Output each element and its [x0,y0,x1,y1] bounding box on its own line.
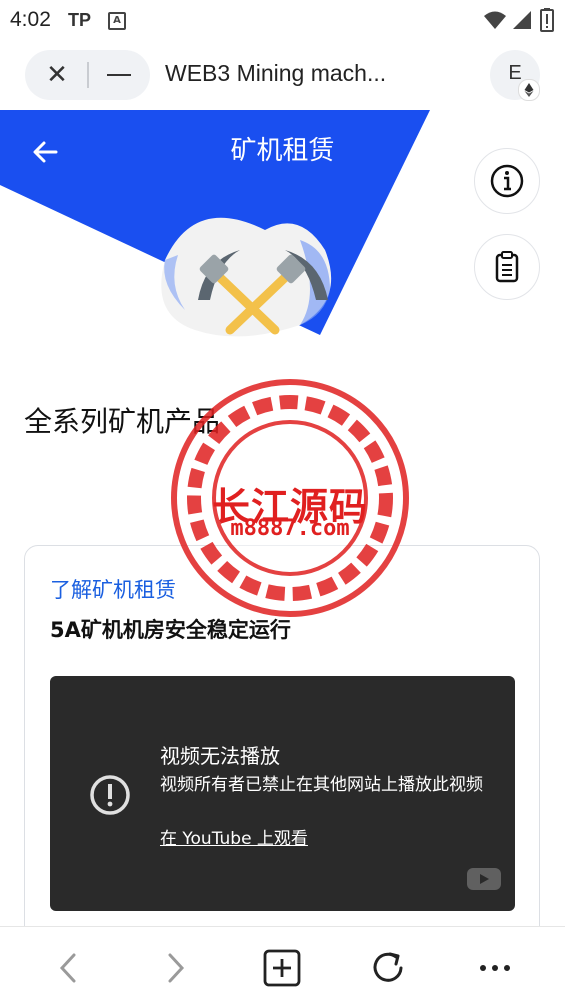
card-subtitle: 5A矿机机房安全稳定运行 [50,618,291,642]
video-error-title: 视频无法播放 [160,744,280,768]
status-bar: 4:02 TP A [0,0,565,40]
learn-more-link[interactable]: 了解矿机租赁 [50,574,176,604]
back-icon[interactable] [44,943,94,993]
signal-icon [513,11,531,29]
forward-icon[interactable] [150,943,200,993]
wifi-icon [484,11,506,29]
browser-page-title[interactable]: WEB3 Mining mach... [165,60,386,87]
carrier-badge: TP [68,10,92,30]
notification-a-icon: A [108,12,126,30]
youtube-icon[interactable] [466,866,502,892]
ethereum-icon [518,79,540,101]
clipboard-icon [495,251,519,283]
tab-controls-divider [87,62,89,88]
video-error-message: 视频所有者已禁止在其他网站上播放此视频 [160,775,483,795]
watermark-url: m8887.com [230,516,350,541]
info-icon [490,164,524,198]
reload-icon[interactable] [363,943,413,993]
new-tab-icon[interactable] [257,943,307,993]
minimize-button[interactable] [107,74,131,76]
close-tab-button[interactable]: ✕ [42,58,72,92]
more-icon[interactable] [470,943,520,993]
battery-icon [540,8,554,32]
watch-on-youtube-link[interactable]: 在 YouTube 上观看 [160,824,308,849]
status-time: 4:02 [10,8,51,31]
alert-icon [90,775,130,815]
info-button[interactable] [474,148,540,214]
mining-pickaxe-icon [161,217,332,337]
orders-button[interactable] [474,234,540,300]
